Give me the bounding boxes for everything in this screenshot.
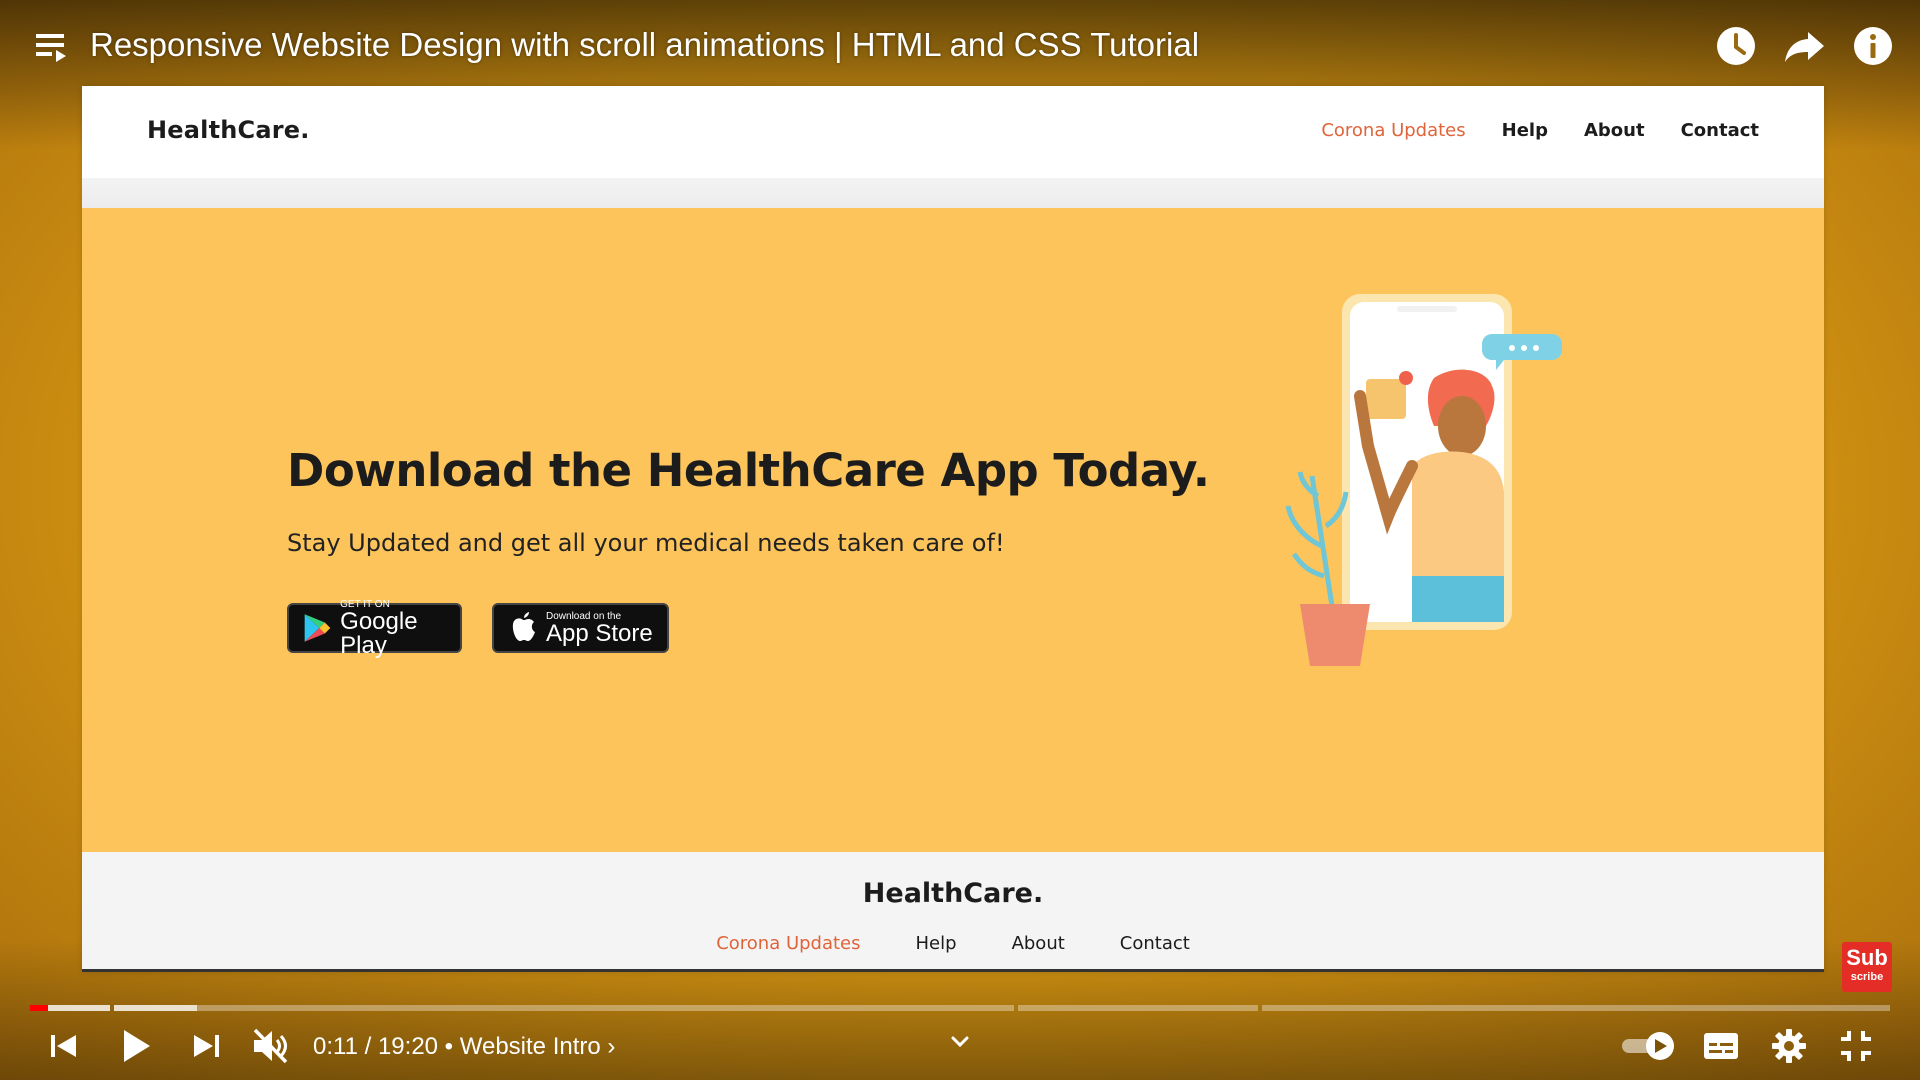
current-time: 0:11 xyxy=(313,1033,358,1060)
chapter-segment xyxy=(30,1005,110,1011)
chapter-separator: • xyxy=(438,1033,460,1060)
footer-nav-about: About xyxy=(1011,932,1065,954)
chapter-segment xyxy=(1262,1005,1890,1011)
site-nav-links: Corona Updates Help About Contact xyxy=(1321,110,1759,150)
playlist-button[interactable] xyxy=(34,28,70,64)
gear-icon xyxy=(1772,1029,1806,1063)
site-nav-corona-updates: Corona Updates xyxy=(1321,119,1466,141)
site-logo: HealthCare. xyxy=(147,116,310,144)
playlist-icon xyxy=(36,34,66,62)
share-icon xyxy=(1785,32,1824,62)
footer-nav-links: Corona Updates Help About Contact xyxy=(82,929,1824,957)
site-header-shadow xyxy=(82,178,1824,208)
skip-previous-icon xyxy=(51,1035,76,1057)
app-store-badge: Download on the App Store xyxy=(492,603,669,653)
site-footer: HealthCare. Corona Updates Help About Co… xyxy=(82,852,1824,972)
google-play-big-text: Google Play xyxy=(340,607,418,659)
chevron-down-icon xyxy=(951,1036,969,1048)
hero-title: Download the HealthCare App Today. xyxy=(287,444,1210,497)
play-icon xyxy=(124,1030,150,1062)
footer-nav-contact: Contact xyxy=(1119,932,1190,954)
mute-button[interactable] xyxy=(250,1026,290,1066)
site-header: HealthCare. Corona Updates Help About Co… xyxy=(82,86,1824,178)
buffered-fill xyxy=(114,1005,198,1011)
watch-later-button[interactable] xyxy=(1714,24,1758,68)
video-title[interactable]: Responsive Website Design with scroll an… xyxy=(90,22,1199,68)
progress-bar[interactable] xyxy=(30,1005,1890,1011)
autoplay-toggle[interactable] xyxy=(1620,1030,1676,1062)
google-play-badge: GET IT ON Google Play xyxy=(287,599,462,657)
exit-fullscreen-button[interactable] xyxy=(1838,1028,1874,1064)
subscribe-line2: scribe xyxy=(1850,971,1884,983)
play-button[interactable] xyxy=(116,1026,156,1066)
site-nav-about: About xyxy=(1583,119,1645,141)
info-icon xyxy=(1854,27,1892,65)
video-frame-website: HealthCare. Corona Updates Help About Co… xyxy=(82,86,1824,972)
expand-chapters-button[interactable] xyxy=(946,1030,974,1054)
exit-fullscreen-icon xyxy=(1841,1031,1871,1061)
chapter-title[interactable]: Website Intro xyxy=(460,1033,601,1060)
info-button[interactable] xyxy=(1851,24,1895,68)
footer-nav-corona-updates: Corona Updates xyxy=(716,932,861,954)
next-button[interactable] xyxy=(188,1028,224,1064)
google-play-icon xyxy=(304,614,331,642)
subscribe-line1: Sub xyxy=(1846,945,1888,970)
duration: 19:20 xyxy=(377,1033,439,1060)
hero-illustration xyxy=(1285,294,1562,666)
played-fill xyxy=(30,1005,48,1011)
subscribe-watermark[interactable]: Sub scribe xyxy=(1842,942,1892,992)
share-button[interactable] xyxy=(1782,24,1826,68)
apple-icon xyxy=(512,612,535,641)
settings-button[interactable] xyxy=(1770,1027,1808,1065)
time-separator: / xyxy=(357,1033,378,1060)
captions-icon xyxy=(1704,1033,1738,1059)
chapter-segment xyxy=(114,1005,1014,1011)
time-display: 0:11 / 19:20 • Website Intro › xyxy=(313,1030,615,1064)
hero-subtitle: Stay Updated and get all your medical ne… xyxy=(287,529,1005,557)
site-nav-help: Help xyxy=(1501,119,1548,141)
skip-next-icon xyxy=(194,1035,219,1057)
captions-button[interactable] xyxy=(1702,1028,1740,1064)
clock-icon xyxy=(1717,27,1755,65)
previous-button[interactable] xyxy=(46,1028,82,1064)
footer-logo: HealthCare. xyxy=(862,878,1044,909)
volume-muted-icon xyxy=(253,1028,288,1064)
video-player[interactable]: HealthCare. Corona Updates Help About Co… xyxy=(0,0,1920,1080)
site-nav-contact: Contact xyxy=(1680,119,1759,141)
autoplay-toggle-icon xyxy=(1622,1032,1674,1060)
chapter-chevron-icon[interactable]: › xyxy=(607,1033,615,1060)
app-store-big-text: App Store xyxy=(546,619,653,647)
chapter-segment xyxy=(1018,1005,1258,1011)
footer-nav-help: Help xyxy=(915,932,957,954)
